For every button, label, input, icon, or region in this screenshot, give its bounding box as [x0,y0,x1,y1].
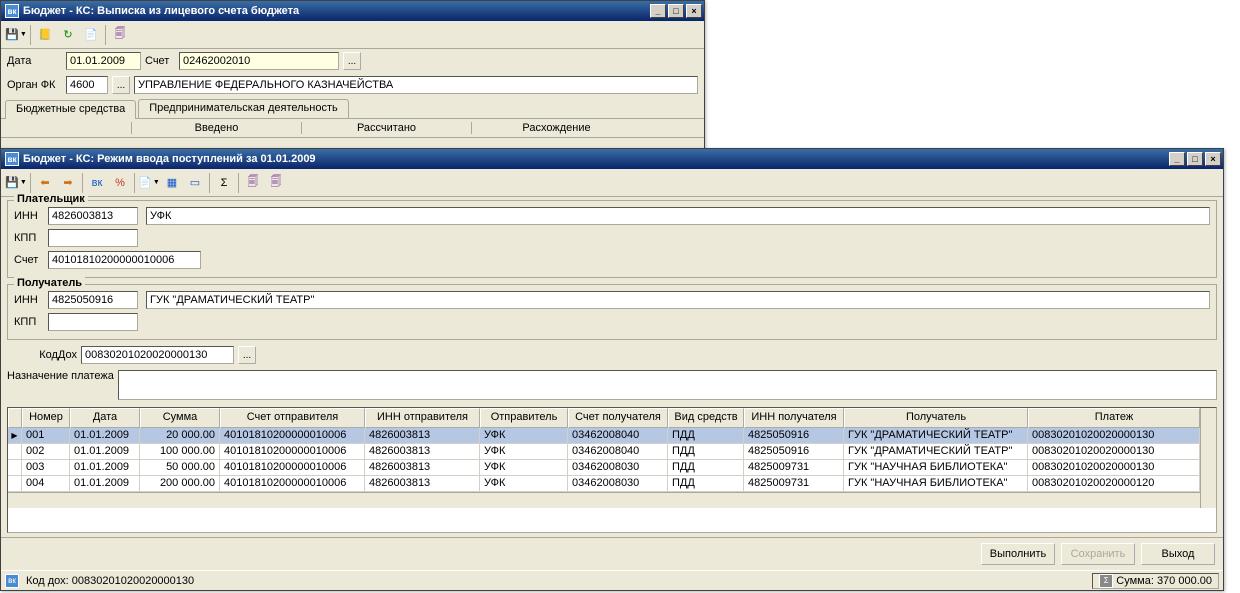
organ-code-field[interactable]: 4600 [66,76,108,94]
recipient-kpp-field[interactable] [48,313,138,331]
toolbar-win2: 💾▼ ⬅ ➡ вк % 📄▼ ▦ ▭ Σ 🗐 🗐 [1,169,1223,197]
col-recipient-inn[interactable]: ИНН получателя [744,408,844,428]
tabs-win1: Бюджетные средства Предпринимательская д… [1,97,704,119]
col-sum[interactable]: Сумма [140,408,220,428]
purpose-field[interactable] [118,370,1217,400]
table-icon[interactable]: ▦ [161,172,183,194]
row-marker-header [8,408,22,428]
exit-button[interactable]: Выход [1141,543,1215,565]
vertical-scrollbar[interactable] [1200,408,1216,508]
date-label: Дата [7,55,62,67]
organ-label: Орган ФК [7,79,62,91]
col-recipient[interactable]: Получатель [844,408,1028,428]
window-receipts-entry: вк Бюджет - КС: Режим ввода поступлений … [0,148,1224,591]
title-text-win2: Бюджет - КС: Режим ввода поступлений за … [23,153,1169,165]
col-discrepancy: Расхождение [471,122,641,134]
execute-button[interactable]: Выполнить [981,543,1055,565]
sheet-icon[interactable]: 📄 [80,24,102,46]
col-kind[interactable]: Вид средств [668,408,744,428]
payer-group: Плательщик ИНН 4826003813 УФК КПП Счет 4… [7,200,1217,278]
recipient-name-field[interactable]: ГУК "ДРАМАТИЧЕСКИЙ ТЕАТР" [146,291,1210,309]
organ-lookup-button[interactable]: ... [112,76,130,94]
col-sender-inn[interactable]: ИНН отправителя [365,408,480,428]
payer-kpp-field[interactable] [48,229,138,247]
refresh-icon[interactable]: ↻ [57,24,79,46]
col-entered: Введено [131,122,301,134]
status-left-text: Код дох: 00830201020020000130 [26,575,1088,587]
col-sender-account[interactable]: Счет отправителя [220,408,365,428]
table-row[interactable]: ▶00101.01.200920 000.0040101810200000010… [8,428,1200,444]
payer-account-field[interactable]: 40101810200000010006 [48,251,201,269]
percent-icon[interactable]: % [109,172,131,194]
col-payment[interactable]: Платеж [1028,408,1200,428]
bk-icon[interactable]: вк [86,172,108,194]
payer-group-title: Плательщик [14,193,88,205]
account-field[interactable]: 02462002010 [179,52,339,70]
col-sender[interactable]: Отправитель [480,408,568,428]
payer-name-field[interactable]: УФК [146,207,1210,225]
purpose-label: Назначение платежа [7,370,114,382]
payer-account-label: Счет [14,254,44,266]
copy-icon[interactable]: 🗐 [109,24,131,46]
organ-name-field: УПРАВЛЕНИЕ ФЕДЕРАЛЬНОГО КАЗНАЧЕЙСТВА [134,76,698,94]
col-calculated: Рассчитано [301,122,471,134]
sum-icon[interactable]: Σ [213,172,235,194]
payer-inn-field[interactable]: 4826003813 [48,207,138,225]
col-date[interactable]: Дата [70,408,140,428]
status-sum-cell: Σ Сумма: 370 000.00 [1092,573,1219,589]
recipient-group-title: Получатель [14,277,85,289]
titlebar-win1[interactable]: вк Бюджет - КС: Выписка из лицевого счет… [1,1,704,21]
toolbar-win1: 💾▼ 📒 ↻ 📄 🗐 [1,21,704,49]
grid-body[interactable]: ▶00101.01.200920 000.0040101810200000010… [8,428,1200,492]
date-field[interactable]: 01.01.2009 [66,52,141,70]
horizontal-scrollbar[interactable] [8,492,1200,508]
recipient-kpp-label: КПП [14,316,44,328]
doc-icon[interactable]: 📄▼ [138,172,160,194]
config1-icon[interactable]: 🗐 [242,172,264,194]
app-icon: вк [5,4,19,18]
statusbar: вк Код дох: 00830201020020000130 Σ Сумма… [1,570,1223,590]
titlebar-win2[interactable]: вк Бюджет - КС: Режим ввода поступлений … [1,149,1223,169]
save-button: Сохранить [1061,543,1135,565]
recipient-group: Получатель ИНН 4825050916 ГУК "ДРАМАТИЧЕ… [7,284,1217,340]
save-icon[interactable]: 💾▼ [5,24,27,46]
tab-entrepreneurial[interactable]: Предпринимательская деятельность [138,99,348,118]
table-row[interactable]: 00301.01.200950 000.00401018102000000100… [8,460,1200,476]
col-number[interactable]: Номер [22,408,70,428]
minimize-button[interactable]: _ [650,4,666,18]
payer-kpp-label: КПП [14,232,44,244]
account-lookup-button[interactable]: ... [343,52,361,70]
koddox-field[interactable]: 00830201020020000130 [81,346,234,364]
recipient-inn-field[interactable]: 4825050916 [48,291,138,309]
maximize-button[interactable]: □ [668,4,684,18]
table-row[interactable]: 00401.01.2009200 000.0040101810200000010… [8,476,1200,492]
minimize-button[interactable]: _ [1169,152,1185,166]
koddox-lookup-button[interactable]: ... [238,346,256,364]
prev-record-icon[interactable]: ⬅ [34,172,56,194]
grid: Номер Дата Сумма Счет отправителя ИНН от… [7,407,1217,533]
close-button[interactable]: × [686,4,702,18]
recipient-inn-label: ИНН [14,294,44,306]
grid-header: Номер Дата Сумма Счет отправителя ИНН от… [8,408,1200,428]
close-button[interactable]: × [1205,152,1221,166]
account-label: Счет [145,55,175,67]
status-right-text: Сумма: 370 000.00 [1116,575,1212,587]
title-text-win1: Бюджет - КС: Выписка из лицевого счета б… [23,5,650,17]
tab-budget-funds[interactable]: Бюджетные средства [5,100,136,119]
config2-icon[interactable]: 🗐 [265,172,287,194]
col-recipient-account[interactable]: Счет получателя [568,408,668,428]
sigma-icon: Σ [1099,574,1113,588]
payer-inn-label: ИНН [14,210,44,222]
save-icon[interactable]: 💾▼ [5,172,27,194]
app-icon: вк [5,152,19,166]
koddox-label: КодДох [7,349,77,361]
sub-header: Введено Рассчитано Расхождение [1,119,704,138]
book-icon[interactable]: 📒 [34,24,56,46]
next-record-icon[interactable]: ➡ [57,172,79,194]
status-icon-left: вк [5,574,19,588]
maximize-button[interactable]: □ [1187,152,1203,166]
form-icon[interactable]: ▭ [184,172,206,194]
table-row[interactable]: 00201.01.2009100 000.0040101810200000010… [8,444,1200,460]
button-row: Выполнить Сохранить Выход [1,537,1223,570]
